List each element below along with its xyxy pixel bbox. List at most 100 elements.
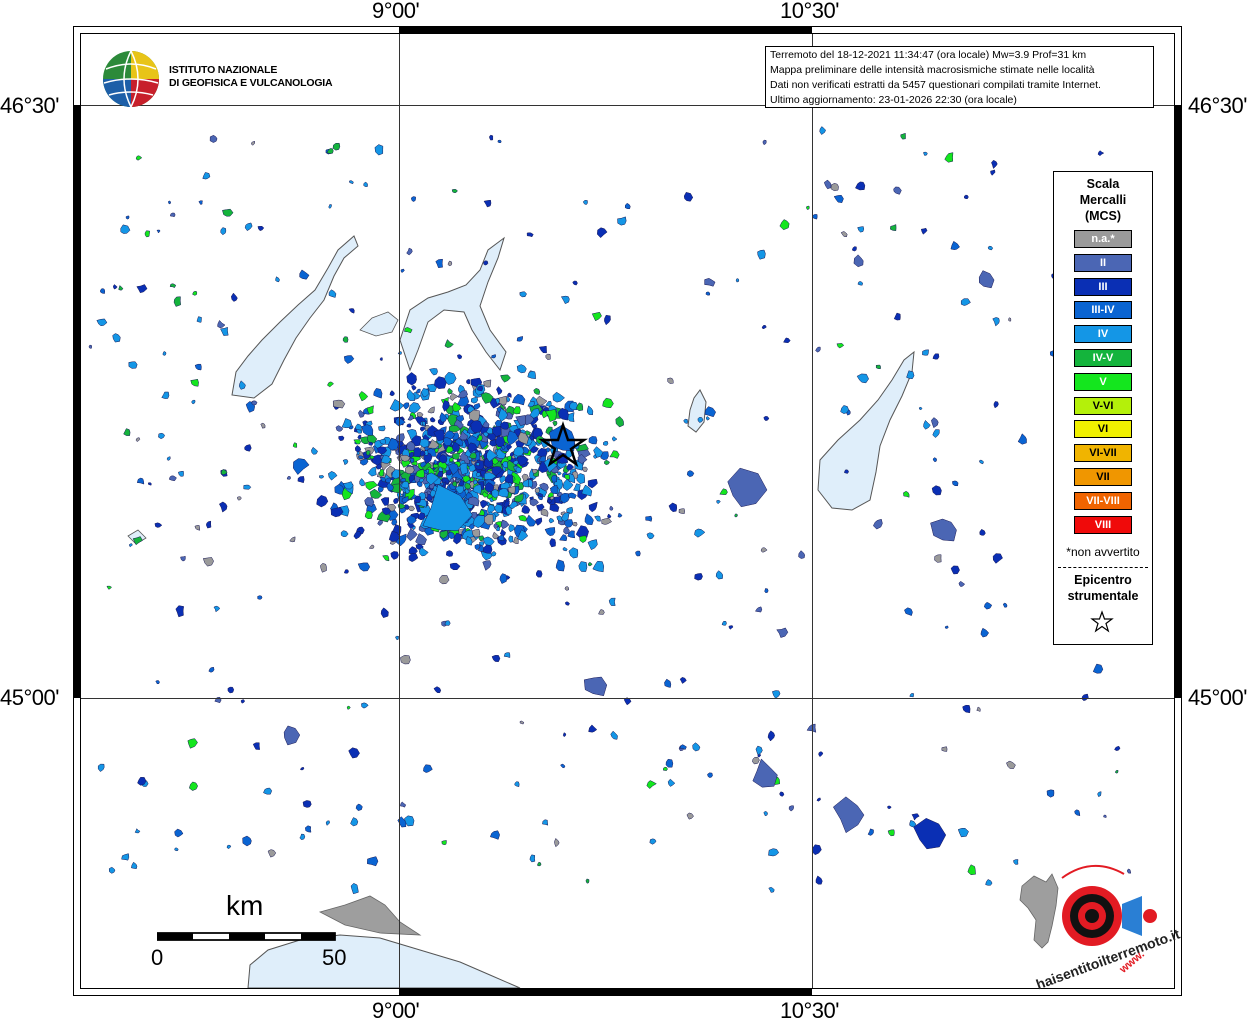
- locality-marker: [903, 490, 910, 498]
- locality-marker: [286, 476, 291, 480]
- locality-marker: [705, 416, 710, 421]
- locality-marker: [911, 813, 920, 821]
- locality-marker: [519, 291, 527, 298]
- locality-marker: [587, 561, 593, 567]
- locality-marker: [244, 222, 253, 232]
- locality-marker: [572, 521, 578, 527]
- locality-marker: [587, 478, 598, 489]
- locality-marker: [806, 205, 810, 210]
- locality-marker: [220, 227, 227, 236]
- locality-marker: [603, 441, 609, 446]
- locality-marker: [161, 391, 170, 399]
- locality-marker: [584, 513, 594, 525]
- locality-marker: [893, 186, 902, 195]
- locality-marker: [311, 446, 319, 455]
- locality-marker: [496, 386, 503, 396]
- locality-marker: [174, 828, 184, 838]
- locality-marker: [815, 875, 823, 885]
- locality-marker: [550, 484, 558, 494]
- locality-marker: [764, 588, 769, 593]
- locality-marker: [350, 817, 359, 827]
- locality-marker: [557, 471, 562, 476]
- bottom-longitude-label-9: 9°00': [372, 998, 420, 1023]
- locality-marker: [798, 550, 805, 559]
- locality-marker: [379, 357, 383, 361]
- locality-marker: [909, 693, 914, 698]
- locality-marker: [604, 314, 611, 326]
- institute-name-line2: DI GEOFISICA E VULCANOLOGIA: [169, 77, 333, 89]
- locality-marker: [382, 555, 390, 562]
- locality-marker: [451, 189, 458, 193]
- locality-marker: [429, 416, 436, 423]
- locality-marker: [433, 429, 445, 442]
- sea-area: [247, 934, 521, 988]
- legend-swatch-iv-v: IV-V: [1074, 349, 1132, 367]
- locality-marker: [944, 625, 949, 629]
- locality-marker: [683, 192, 694, 202]
- locality-marker: [129, 543, 133, 548]
- locality-marker: [180, 555, 186, 562]
- locality-marker: [240, 699, 246, 704]
- locality-marker: [1008, 317, 1012, 322]
- locality-marker: [526, 232, 534, 238]
- locality-marker: [635, 550, 641, 557]
- locality-marker: [257, 226, 265, 231]
- locality-marker: [932, 457, 937, 463]
- locality-marker: [893, 312, 901, 321]
- locality-marker: [365, 481, 379, 491]
- legend-swatch-vii: VII: [1074, 468, 1132, 486]
- legend-title-line2: Mercalli: [1079, 193, 1127, 207]
- legend-swatch-iii-iv: III-IV: [1074, 301, 1132, 320]
- locality-marker: [923, 419, 931, 430]
- locality-marker: [542, 819, 549, 826]
- locality-marker: [608, 597, 616, 606]
- locality-marker: [1097, 150, 1105, 157]
- locality-marker: [529, 498, 539, 507]
- locality-marker: [950, 565, 960, 575]
- locality-marker: [694, 573, 703, 581]
- locality-marker: [1017, 433, 1027, 445]
- locality-marker: [449, 393, 459, 401]
- locality-marker: [406, 423, 412, 428]
- locality-marker: [406, 389, 416, 401]
- locality-marker: [990, 169, 996, 176]
- intensity-legend: Scala Mercalli (MCS) n.a.* II III III-IV IV I…: [1053, 171, 1153, 645]
- locality-marker: [754, 606, 763, 613]
- event-info-box: Terremoto del 18-12-2021 11:34:47 (ora l…: [765, 46, 1154, 108]
- locality-marker: [1115, 770, 1119, 774]
- locality-marker: [562, 547, 568, 552]
- locality-marker: [300, 767, 305, 771]
- locality-marker: [856, 373, 869, 384]
- locality-marker: [435, 258, 443, 268]
- haisentito-logo[interactable]: haisentitoilterremoto.it www.: [1012, 856, 1182, 992]
- locality-marker: [483, 379, 492, 388]
- locality-marker: [576, 473, 585, 484]
- locality-marker: [162, 351, 167, 356]
- ingv-globe-logo: [101, 49, 161, 109]
- locality-marker: [144, 230, 150, 238]
- institute-name-line1: ISTITUTO NAZIONALE: [169, 64, 278, 76]
- locality-marker: [752, 756, 760, 765]
- intensity-map[interactable]: [80, 33, 1175, 989]
- locality-marker: [136, 284, 148, 294]
- legend-swatch-ii: II: [1074, 253, 1132, 272]
- locality-marker: [538, 345, 547, 354]
- locality-marker: [521, 504, 531, 514]
- locality-marker: [692, 742, 701, 752]
- locality-marker: [125, 215, 130, 220]
- locality-marker: [962, 704, 971, 714]
- locality-marker: [494, 504, 503, 514]
- locality-marker: [361, 424, 374, 436]
- locality-marker: [131, 861, 138, 869]
- locality-marker: [500, 374, 511, 383]
- city-marker: [930, 518, 957, 542]
- locality-marker: [353, 530, 362, 540]
- locality-marker: [196, 316, 202, 323]
- locality-marker: [597, 227, 608, 239]
- locality-marker: [244, 444, 252, 452]
- locality-marker: [533, 388, 541, 395]
- locality-marker: [934, 554, 942, 563]
- locality-marker: [418, 547, 429, 557]
- locality-marker: [495, 436, 505, 448]
- locality-marker: [554, 837, 560, 848]
